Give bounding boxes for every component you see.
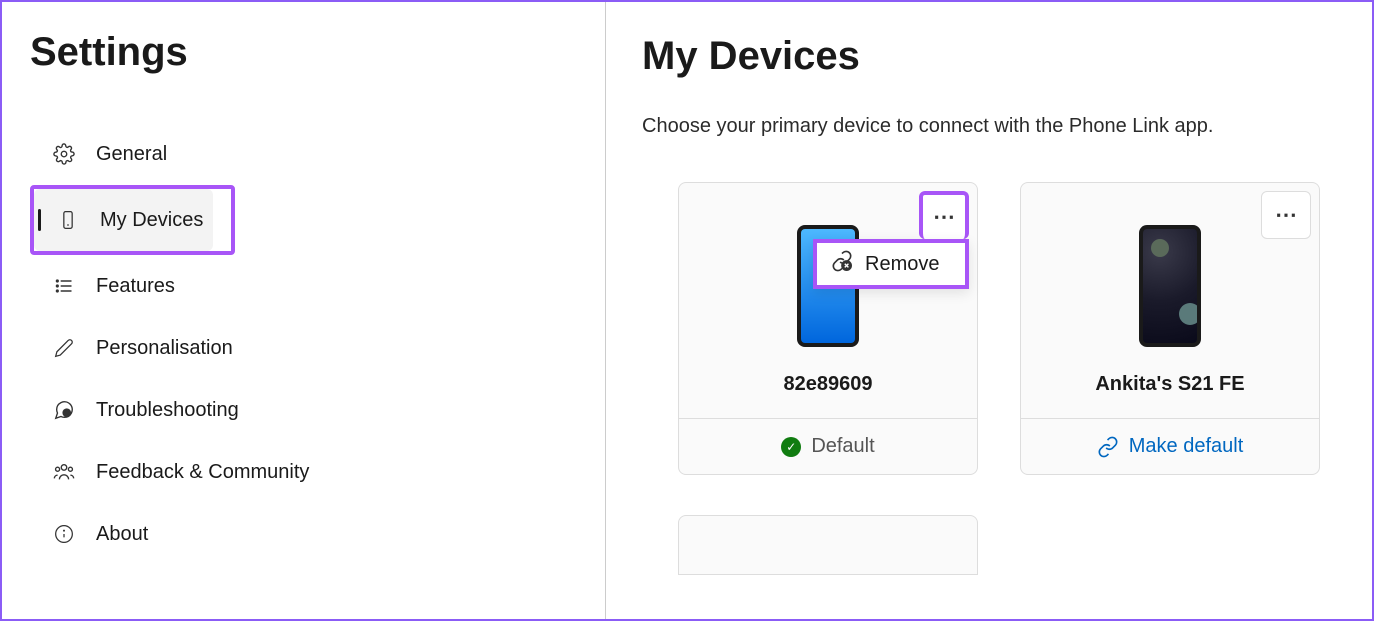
list-icon — [52, 274, 76, 298]
page-title: My Devices — [642, 34, 1336, 79]
phone-icon — [56, 208, 80, 232]
nav-list: General My Devices Features Personalisat… — [30, 123, 605, 565]
device-card-top: ⋯ Remove 82e89609 — [679, 183, 977, 418]
nav-my-devices[interactable]: My Devices — [34, 189, 213, 251]
nav-troubleshooting[interactable]: ? Troubleshooting — [30, 379, 605, 441]
device-name: Ankita's S21 FE — [1095, 373, 1244, 396]
pen-icon — [52, 336, 76, 360]
nav-label: Features — [96, 275, 175, 298]
unlink-icon — [831, 250, 853, 278]
page-subtitle: Choose your primary device to connect wi… — [642, 115, 1336, 138]
nav-features[interactable]: Features — [30, 255, 605, 317]
check-icon: ✓ — [781, 437, 801, 457]
default-label: Default — [811, 435, 874, 458]
settings-sidebar: Settings General My Devices Features — [2, 2, 606, 619]
device-more-button[interactable]: ⋯ — [919, 191, 969, 239]
gear-icon — [52, 142, 76, 166]
nav-about[interactable]: About — [30, 503, 605, 565]
nav-label: Troubleshooting — [96, 399, 239, 422]
nav-label: Feedback & Community — [96, 461, 309, 484]
chat-help-icon: ? — [52, 398, 76, 422]
nav-label: My Devices — [100, 209, 203, 232]
device-name: 82e89609 — [784, 373, 873, 396]
nav-feedback[interactable]: Feedback & Community — [30, 441, 605, 503]
device-card[interactable]: ⋯ Ankita's S21 FE Make default — [1020, 182, 1320, 475]
main-content: My Devices Choose your primary device to… — [606, 2, 1372, 619]
make-default-label: Make default — [1129, 435, 1244, 458]
remove-menu-item[interactable]: Remove — [813, 239, 969, 289]
device-more-button[interactable]: ⋯ — [1261, 191, 1311, 239]
nav-personalisation[interactable]: Personalisation — [30, 317, 605, 379]
people-icon — [52, 460, 76, 484]
device-footer-default: ✓ Default — [679, 418, 977, 474]
device-card-top: ⋯ Ankita's S21 FE — [1021, 183, 1319, 418]
info-icon — [52, 522, 76, 546]
make-default-button[interactable]: Make default — [1021, 418, 1319, 474]
nav-general[interactable]: General — [30, 123, 605, 185]
svg-text:?: ? — [65, 412, 68, 418]
nav-label: Personalisation — [96, 337, 233, 360]
remove-label: Remove — [865, 253, 939, 276]
link-icon — [1097, 436, 1119, 458]
settings-title: Settings — [30, 30, 605, 75]
phone-mock — [1139, 225, 1201, 347]
device-card-placeholder — [678, 515, 978, 575]
nav-label: General — [96, 143, 167, 166]
nav-label: About — [96, 523, 148, 546]
phone-screen — [1143, 229, 1197, 343]
device-grid: ⋯ Remove 82e89609 ✓ Default — [642, 182, 1336, 475]
more-icon: ⋯ — [1275, 202, 1297, 228]
device-card[interactable]: ⋯ Remove 82e89609 ✓ Default — [678, 182, 978, 475]
more-icon: ⋯ — [933, 204, 955, 230]
highlight-my-devices: My Devices — [30, 185, 235, 255]
